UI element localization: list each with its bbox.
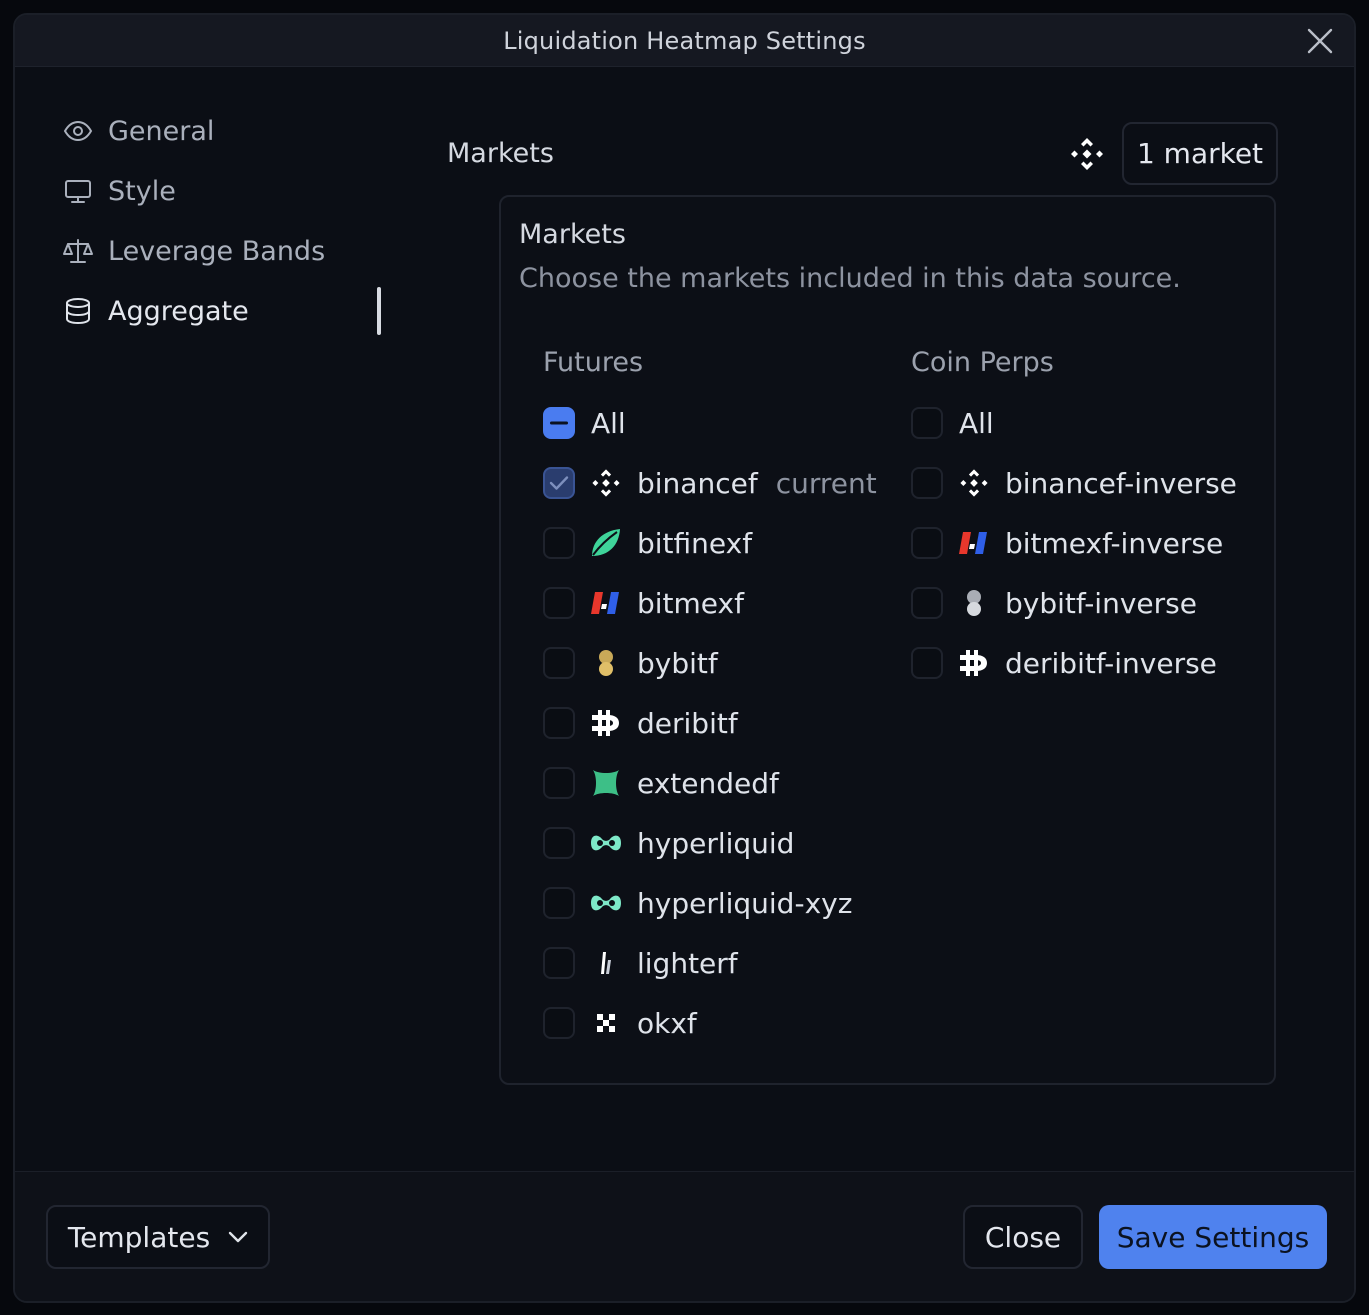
markets-panel: Markets Choose the markets included in t… — [499, 195, 1276, 1085]
market-option-bitmexf[interactable]: bitmexf — [543, 583, 744, 623]
sidebar-item-general[interactable]: General — [62, 111, 362, 151]
markets-section-title: Markets — [447, 138, 554, 169]
dialog-footer: Templates Close Save Settings — [15, 1171, 1354, 1301]
market-label: extendedf — [637, 766, 779, 800]
binance-icon — [592, 469, 620, 497]
lighter-icon — [601, 952, 611, 974]
sidebar-item-style[interactable]: Style — [62, 171, 362, 211]
option-label: All — [591, 406, 626, 440]
save-settings-button[interactable]: Save Settings — [1099, 1205, 1327, 1269]
bybit-icon — [599, 650, 613, 676]
market-checkbox[interactable] — [911, 647, 943, 679]
settings-dialog: Liquidation Heatmap Settings General Sty… — [13, 13, 1356, 1303]
sidebar-item-label: General — [108, 115, 215, 147]
market-checkbox[interactable] — [543, 767, 575, 799]
market-label: hyperliquid — [637, 826, 795, 860]
market-option-okxf[interactable]: okxf — [543, 1003, 697, 1043]
database-icon — [66, 298, 90, 325]
market-checkbox[interactable] — [543, 1007, 575, 1039]
market-checkbox[interactable] — [543, 467, 575, 499]
futures-all-checkbox[interactable] — [543, 407, 575, 439]
market-label: bybitf-inverse — [1005, 586, 1197, 620]
futures-column-title: Futures — [543, 347, 644, 378]
market-checkbox[interactable] — [543, 527, 575, 559]
panel-title: Markets — [519, 219, 626, 250]
panel-description: Choose the markets included in this data… — [519, 263, 1181, 294]
binance-icon — [960, 469, 988, 497]
market-option-bitmexf-inverse[interactable]: bitmexf-inverse — [911, 523, 1223, 563]
market-checkbox[interactable] — [911, 467, 943, 499]
sidebar-item-label: Style — [108, 175, 176, 207]
chevron-down-icon — [228, 1231, 248, 1243]
dialog-titlebar: Liquidation Heatmap Settings — [15, 15, 1354, 67]
hyperliquid-icon — [591, 895, 621, 911]
market-label: lighterf — [637, 946, 738, 980]
dialog-title: Liquidation Heatmap Settings — [503, 27, 866, 55]
market-label: bitfinexf — [637, 526, 753, 560]
market-label: hyperliquid-xyz — [637, 886, 853, 920]
templates-dropdown-button[interactable]: Templates — [46, 1205, 270, 1269]
sidebar-item-aggregate[interactable]: Aggregate — [62, 291, 362, 331]
market-count-button[interactable]: 1 market — [1122, 122, 1278, 185]
market-option-extendedf[interactable]: extendedf — [543, 763, 779, 803]
market-checkbox[interactable] — [543, 587, 575, 619]
market-checkbox[interactable] — [911, 527, 943, 559]
market-label: bybitf — [637, 646, 718, 680]
market-checkbox[interactable] — [543, 827, 575, 859]
market-label: okxf — [637, 1006, 697, 1040]
market-label: bitmexf — [637, 586, 744, 620]
market-option-bybitf[interactable]: bybitf — [543, 643, 718, 683]
market-option-binancef[interactable]: binancef current — [543, 463, 877, 503]
market-option-lighterf[interactable]: lighterf — [543, 943, 738, 983]
check-icon — [549, 476, 569, 490]
market-label: bitmexf-inverse — [1005, 526, 1224, 560]
market-label: deribitf — [637, 706, 738, 740]
market-checkbox[interactable] — [543, 887, 575, 919]
close-icon[interactable] — [1306, 27, 1334, 55]
market-option-bybitf-inverse[interactable]: bybitf-inverse — [911, 583, 1197, 623]
binance-icon — [1071, 138, 1103, 170]
current-tag: current — [775, 466, 877, 500]
templates-label: Templates — [67, 1220, 211, 1254]
market-option-hyperliquid[interactable]: hyperliquid — [543, 823, 794, 863]
sidebar-item-label: Leverage Bands — [108, 235, 326, 267]
deribit-icon — [960, 650, 987, 676]
bybit-gray-icon — [967, 590, 981, 616]
hyperliquid-icon — [591, 835, 621, 851]
bitfinex-icon — [592, 529, 620, 556]
market-label: binancef — [637, 466, 758, 500]
coin-perps-all-checkbox[interactable] — [911, 407, 943, 439]
deribit-icon — [592, 710, 619, 736]
scale-icon — [63, 239, 93, 263]
market-option-deribitf-inverse[interactable]: deribitf-inverse — [911, 643, 1217, 683]
extended-icon — [593, 770, 619, 796]
market-checkbox[interactable] — [911, 587, 943, 619]
close-button[interactable]: Close — [963, 1205, 1083, 1269]
coin-perps-all-option[interactable]: All — [911, 403, 994, 443]
eye-icon — [63, 120, 93, 142]
minus-icon — [550, 421, 568, 425]
market-option-bitfinexf[interactable]: bitfinexf — [543, 523, 752, 563]
okx-icon — [597, 1014, 615, 1032]
market-label: deribitf-inverse — [1005, 646, 1217, 680]
coin-perps-column-title: Coin Perps — [911, 347, 1054, 378]
bitmex-icon — [591, 592, 619, 614]
futures-all-option[interactable]: All — [543, 403, 626, 443]
market-checkbox[interactable] — [543, 947, 575, 979]
market-label: binancef-inverse — [1005, 466, 1237, 500]
market-checkbox[interactable] — [543, 647, 575, 679]
active-nav-indicator — [377, 287, 381, 335]
monitor-icon — [65, 180, 91, 203]
sidebar-item-label: Aggregate — [108, 295, 249, 327]
market-option-deribitf[interactable]: deribitf — [543, 703, 738, 743]
sidebar-item-leverage-bands[interactable]: Leverage Bands — [62, 231, 362, 271]
market-checkbox[interactable] — [543, 707, 575, 739]
bitmex-icon — [959, 532, 987, 554]
market-option-binancef-inverse[interactable]: binancef-inverse — [911, 463, 1237, 503]
market-option-hyperliquid-xyz[interactable]: hyperliquid-xyz — [543, 883, 852, 923]
option-label: All — [959, 406, 994, 440]
